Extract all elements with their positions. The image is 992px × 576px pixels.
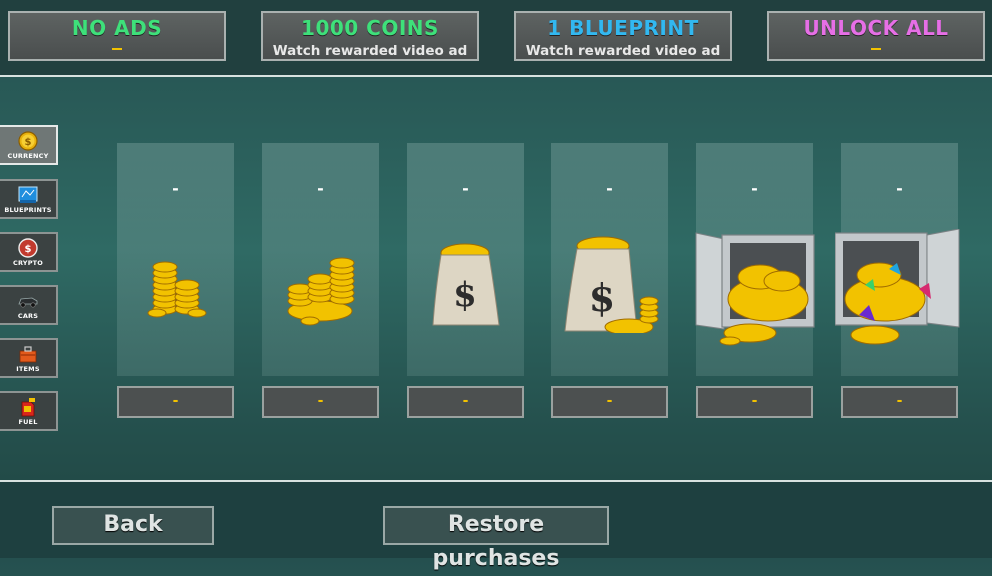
buy-button[interactable]: - bbox=[117, 386, 234, 418]
product-amount: - bbox=[751, 179, 758, 198]
buy-button[interactable]: - bbox=[841, 386, 958, 418]
back-button[interactable]: Back bbox=[52, 506, 214, 545]
sidebar-item-currency[interactable]: $ CURRENCY bbox=[0, 125, 58, 165]
money-bag-icon: $ bbox=[432, 243, 500, 326]
offer-title: UNLOCK ALL bbox=[803, 16, 949, 40]
offer-subtitle: Watch rewarded video ad bbox=[272, 43, 468, 59]
product-card[interactable]: - $ bbox=[551, 143, 668, 376]
coin-pile-icon bbox=[287, 257, 355, 326]
sidebar-item-label: CARS bbox=[17, 312, 39, 320]
toolbox-icon bbox=[19, 346, 37, 363]
product-card[interactable]: - bbox=[695, 143, 815, 376]
small-coin-stack-icon bbox=[147, 261, 207, 318]
coin-safe-icon bbox=[695, 232, 815, 346]
offer-subtitle: Watch rewarded video ad bbox=[525, 43, 721, 59]
sidebar-item-label: FUEL bbox=[18, 418, 38, 426]
gem-safe-icon bbox=[835, 229, 960, 345]
sidebar-item-cars[interactable]: CARS bbox=[0, 285, 58, 325]
free-coins-button[interactable]: 1000 COINS Watch rewarded video ad bbox=[261, 11, 479, 61]
buy-button[interactable]: - bbox=[551, 386, 668, 418]
no-ads-button[interactable]: NO ADS bbox=[8, 11, 226, 61]
product-card[interactable]: - bbox=[262, 143, 379, 376]
sidebar-item-blueprints[interactable]: BLUEPRINTS bbox=[0, 179, 58, 219]
product-card[interactable]: - bbox=[835, 143, 960, 376]
blueprint-icon bbox=[18, 186, 38, 203]
price-dash bbox=[871, 48, 881, 50]
divider bbox=[0, 75, 992, 77]
sidebar-item-crypto[interactable]: $ CRYPTO bbox=[0, 232, 58, 272]
sidebar-item-label: ITEMS bbox=[16, 365, 40, 373]
buy-button[interactable]: - bbox=[696, 386, 813, 418]
product-amount: - bbox=[317, 179, 324, 198]
svg-text:$: $ bbox=[25, 137, 32, 148]
offer-title: 1000 COINS bbox=[301, 16, 439, 40]
top-offers-bar: NO ADS 1000 COINS Watch rewarded video a… bbox=[0, 0, 992, 76]
product-amount: - bbox=[896, 179, 903, 198]
free-blueprint-button[interactable]: 1 BLUEPRINT Watch rewarded video ad bbox=[514, 11, 732, 61]
svg-text:$: $ bbox=[25, 244, 32, 255]
sidebar-item-label: CURRENCY bbox=[7, 152, 49, 160]
car-icon bbox=[18, 297, 38, 308]
buy-button[interactable]: - bbox=[262, 386, 379, 418]
crypto-coin-icon: $ bbox=[18, 238, 38, 258]
svg-text:$: $ bbox=[589, 275, 615, 320]
sidebar-item-label: BLUEPRINTS bbox=[4, 206, 52, 214]
svg-text:$: $ bbox=[453, 275, 477, 315]
large-money-bag-icon: $ bbox=[564, 236, 659, 333]
sidebar-item-label: CRYPTO bbox=[12, 259, 44, 267]
sidebar-item-fuel[interactable]: FUEL bbox=[0, 391, 58, 431]
product-amount: - bbox=[172, 179, 179, 198]
restore-purchases-button[interactable]: Restore purchases bbox=[383, 506, 609, 571]
sidebar-item-items[interactable]: ITEMS bbox=[0, 338, 58, 378]
coin-icon: $ bbox=[18, 131, 38, 151]
product-card[interactable]: - $ bbox=[407, 143, 524, 376]
offer-title: NO ADS bbox=[71, 16, 163, 40]
price-dash bbox=[112, 48, 122, 50]
buy-button[interactable]: - bbox=[407, 386, 524, 418]
product-amount: - bbox=[606, 179, 613, 198]
product-amount: - bbox=[462, 179, 469, 198]
offer-title: 1 BLUEPRINT bbox=[547, 16, 699, 40]
unlock-all-button[interactable]: UNLOCK ALL bbox=[767, 11, 985, 61]
fuel-can-icon bbox=[21, 398, 35, 417]
product-card[interactable]: - bbox=[117, 143, 234, 376]
